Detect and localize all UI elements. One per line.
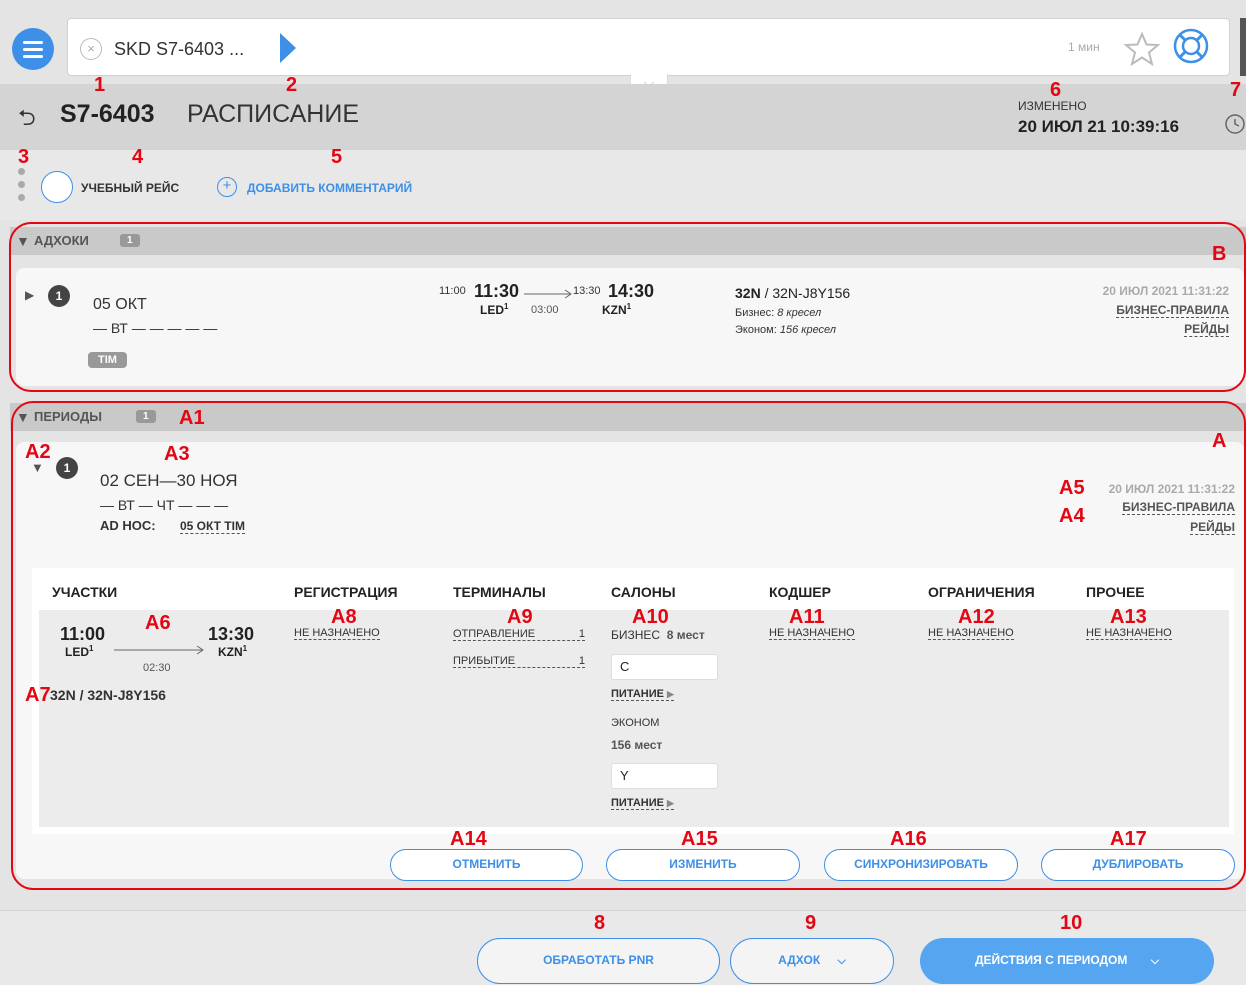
marker-box-b: [9, 222, 1246, 392]
marker: 2: [286, 74, 298, 96]
back-icon[interactable]: ⮌: [18, 101, 36, 139]
adhoc-dropdown-button[interactable]: АДХОК ⌵: [730, 938, 894, 984]
marker: A6: [145, 612, 171, 634]
marker: A1: [179, 407, 205, 429]
marker: A: [1212, 430, 1227, 452]
lifebuoy-icon[interactable]: [1172, 27, 1210, 65]
marker: A17: [1110, 828, 1147, 850]
play-icon[interactable]: [280, 33, 296, 63]
chevron-down-icon: ⌵: [837, 955, 846, 967]
marker: A5: [1059, 477, 1085, 499]
tab-label[interactable]: SKD S7-6403 ...: [114, 39, 244, 60]
marker: A16: [890, 828, 927, 850]
training-flight-label: УЧЕБНЫЙ РЕЙС: [81, 181, 180, 195]
period-actions-button[interactable]: ДЕЙСТВИЯ С ПЕРИОДОМ ⌵: [920, 938, 1214, 984]
marker-box-a: [11, 401, 1246, 890]
more-icon[interactable]: [18, 168, 26, 210]
marker: A8: [331, 606, 357, 628]
marker: 3: [18, 146, 30, 168]
flight-number: S7-6403: [60, 100, 155, 128]
marker: A11: [789, 606, 825, 628]
marker: B: [1212, 243, 1227, 265]
time-ago: 1 мин: [1068, 40, 1100, 54]
marker: 4: [132, 146, 144, 168]
changed-value: 20 ИЮЛ 21 10:39:16: [1018, 117, 1180, 136]
marker: A7: [25, 684, 51, 706]
tab-bar: × SKD S7-6403 ... 1 мин: [67, 18, 1230, 76]
marker: 9: [805, 912, 817, 934]
marker: 8: [594, 912, 606, 934]
marker: 7: [1230, 79, 1242, 101]
chevron-down-icon: ⌵: [1150, 955, 1160, 967]
marker: A13: [1110, 606, 1147, 628]
add-comment-link[interactable]: ДОБАВИТЬ КОММЕНТАРИЙ: [247, 181, 412, 195]
star-icon[interactable]: [1124, 32, 1160, 66]
marker: A12: [958, 606, 995, 628]
scroll-edge: [1240, 18, 1246, 76]
marker: A9: [507, 606, 533, 628]
marker: 5: [331, 146, 343, 168]
add-comment-icon[interactable]: +: [217, 177, 237, 197]
toolbar-row: [0, 150, 1246, 220]
training-flight-toggle[interactable]: [41, 171, 73, 203]
marker: A10: [632, 606, 669, 628]
menu-icon[interactable]: [12, 28, 54, 70]
marker: 10: [1060, 912, 1083, 934]
process-pnr-button[interactable]: ОБРАБОТАТЬ PNR: [477, 938, 720, 984]
page-title: РАСПИСАНИЕ: [187, 100, 359, 128]
close-tab-icon[interactable]: ×: [80, 38, 102, 60]
marker: A15: [681, 828, 718, 850]
marker: A4: [1059, 505, 1085, 527]
marker: 6: [1050, 79, 1062, 101]
marker: 1: [94, 74, 106, 96]
marker: A3: [164, 443, 190, 465]
history-icon[interactable]: [1222, 112, 1246, 136]
marker: A14: [450, 828, 487, 850]
marker: A2: [25, 441, 51, 463]
